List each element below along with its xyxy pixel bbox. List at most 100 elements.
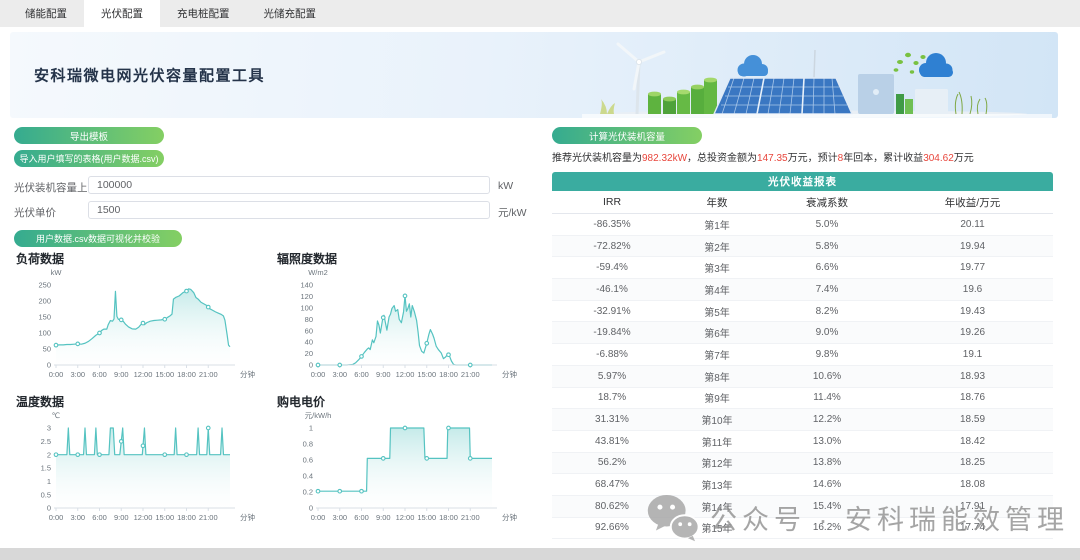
svg-text:0.8: 0.8 — [303, 440, 313, 449]
table-cell: 7.4% — [762, 284, 892, 295]
table-cell: 14.6% — [762, 479, 892, 490]
svg-text:100: 100 — [38, 329, 51, 338]
table-cell: 43.81% — [552, 436, 672, 447]
svg-text:12:00: 12:00 — [396, 370, 415, 379]
table-row: -59.4%第3年6.6%19.77 — [552, 257, 1053, 279]
table-cell: 9.8% — [762, 349, 892, 360]
table-cell: 第6年 — [672, 325, 762, 340]
table-cell: 20.11 — [892, 219, 1053, 230]
svg-text:40: 40 — [305, 338, 313, 347]
table-cell: 18.42 — [892, 436, 1053, 447]
table-cell: -46.1% — [552, 284, 672, 295]
table-cell: 16.2% — [762, 522, 892, 533]
svg-text:9:00: 9:00 — [114, 370, 129, 379]
chart-irradiance: 0204060801001201400:003:006:009:0012:001… — [268, 263, 530, 385]
tab-pv-config[interactable]: 光伏配置 — [84, 0, 160, 27]
tab-bar: 储能配置 光伏配置 充电桩配置 光储充配置 — [0, 0, 1080, 27]
svg-text:21:00: 21:00 — [199, 370, 218, 379]
chart-temperature: 00.511.522.530:003:006:009:0012:0015:001… — [6, 406, 268, 528]
visualize-csv-button[interactable]: 用户数据.csv数据可视化并校验 — [14, 230, 182, 247]
table-row: 18.7%第9年11.4%18.76 — [552, 388, 1053, 410]
table-cell: 第8年 — [672, 369, 762, 384]
svg-text:0: 0 — [309, 504, 313, 513]
svg-text:℃: ℃ — [52, 411, 60, 420]
svg-text:W/m2: W/m2 — [308, 268, 328, 277]
grass-icon — [600, 99, 615, 114]
table-cell: -32.91% — [552, 306, 672, 317]
svg-text:0:00: 0:00 — [49, 513, 64, 522]
svg-text:0: 0 — [47, 504, 51, 513]
table-cell: 18.25 — [892, 457, 1053, 468]
svg-text:15:00: 15:00 — [417, 370, 436, 379]
svg-text:18:00: 18:00 — [439, 513, 458, 522]
svg-text:2.5: 2.5 — [41, 437, 51, 446]
chart-load: 0501001502002500:003:006:009:0012:0015:0… — [6, 263, 268, 385]
table-cell: 第5年 — [672, 304, 762, 319]
svg-text:9:00: 9:00 — [376, 513, 391, 522]
svg-text:3: 3 — [47, 424, 51, 433]
table-cell: 92.66% — [552, 522, 672, 533]
result-total-profit: 304.62 — [923, 153, 954, 164]
table-cell: 17.74 — [892, 522, 1053, 533]
tab-storage-config[interactable]: 储能配置 — [8, 0, 84, 27]
table-cell: 31.31% — [552, 414, 672, 425]
table-cell: 第15年 — [672, 520, 762, 535]
table-cell: 第10年 — [672, 412, 762, 427]
table-cell: 第3年 — [672, 260, 762, 275]
pv-price-unit: 元/kW — [498, 205, 527, 220]
table-cell: -72.82% — [552, 241, 672, 252]
table-row: -46.1%第4年7.4%19.6 — [552, 279, 1053, 301]
svg-text:0.5: 0.5 — [41, 490, 51, 499]
table-cell: 19.94 — [892, 241, 1053, 252]
result-segment: 万元 — [954, 153, 974, 164]
profit-table-body: -86.35%第1年5.0%20.11-72.82%第2年5.8%19.94-5… — [552, 214, 1053, 539]
svg-text:200: 200 — [38, 297, 51, 306]
table-cell: 19.6 — [892, 284, 1053, 295]
table-cell: 第11年 — [672, 434, 762, 449]
svg-text:1.5: 1.5 — [41, 464, 51, 473]
pv-capacity-limit-label: 光伏装机容量上限 — [14, 180, 98, 195]
svg-text:18:00: 18:00 — [177, 513, 196, 522]
result-investment-value: 147.35 — [757, 153, 788, 164]
result-segment: 万元，预计 — [788, 153, 838, 164]
table-cell: 56.2% — [552, 457, 672, 468]
table-cell: 80.62% — [552, 501, 672, 512]
col-annual-profit: 年收益/万元 — [892, 195, 1053, 210]
import-csv-button[interactable]: 导入用户填写的表格(用户数据.csv) — [14, 150, 164, 167]
table-cell: 12.2% — [762, 414, 892, 425]
pv-unit-price-label: 光伏单价 — [14, 205, 56, 220]
svg-text:2: 2 — [47, 450, 51, 459]
pv-capacity-limit-input[interactable] — [88, 176, 490, 194]
svg-text:0: 0 — [47, 361, 51, 370]
svg-text:0.2: 0.2 — [303, 488, 313, 497]
svg-text:20: 20 — [305, 349, 313, 358]
profit-table-title: 光伏收益报表 — [552, 172, 1053, 191]
svg-text:1: 1 — [309, 424, 313, 433]
table-cell: 18.08 — [892, 479, 1053, 490]
grass-icon — [955, 92, 986, 114]
table-cell: 13.0% — [762, 436, 892, 447]
profit-table: 光伏收益报表 IRR 年数 衰减系数 年收益/万元 -86.35%第1年5.0%… — [552, 172, 1053, 539]
table-cell: 18.93 — [892, 371, 1053, 382]
table-row: 80.62%第14年15.4%17.91 — [552, 496, 1053, 518]
table-cell: -59.4% — [552, 262, 672, 273]
table-cell: -6.88% — [552, 349, 672, 360]
calculate-pv-capacity-button[interactable]: 计算光伏装机容量 — [552, 127, 702, 144]
svg-text:120: 120 — [300, 292, 313, 301]
tab-charging-pile-config[interactable]: 充电桩配置 — [160, 0, 247, 27]
table-cell: 第4年 — [672, 282, 762, 297]
table-cell: 第9年 — [672, 390, 762, 405]
table-cell: 第2年 — [672, 239, 762, 254]
pv-unit-price-input[interactable] — [88, 201, 490, 219]
svg-text:15:00: 15:00 — [155, 513, 174, 522]
svg-text:80: 80 — [305, 315, 313, 324]
tab-pv-storage-charging-config[interactable]: 光储充配置 — [247, 0, 334, 27]
export-template-button[interactable]: 导出模板 — [14, 127, 164, 144]
table-row: 56.2%第12年13.8%18.25 — [552, 453, 1053, 475]
green-bars-icon — [648, 78, 717, 114]
svg-text:250: 250 — [38, 281, 51, 290]
svg-text:3:00: 3:00 — [70, 513, 85, 522]
page-title: 安科瑞微电网光伏容量配置工具 — [34, 65, 265, 86]
table-cell: 8.2% — [762, 306, 892, 317]
svg-text:6:00: 6:00 — [92, 370, 107, 379]
